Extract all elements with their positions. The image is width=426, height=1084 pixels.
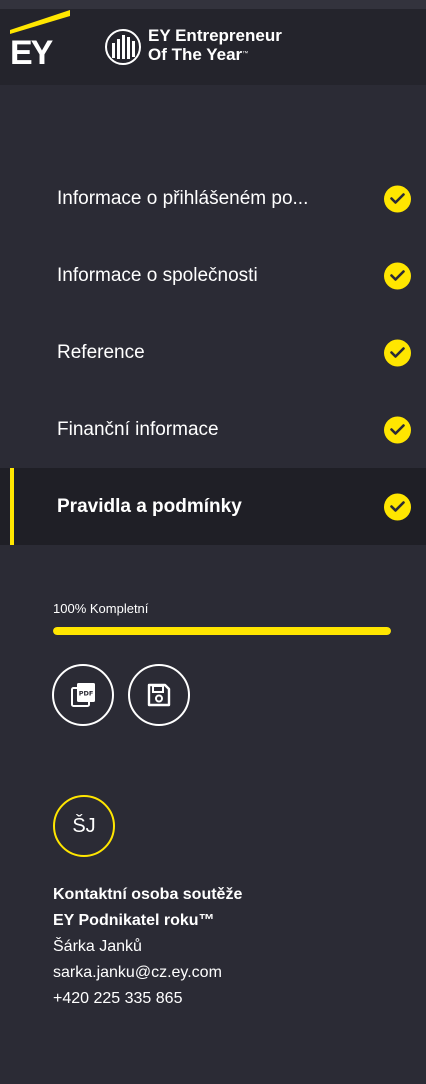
ey-logo-text: EY — [10, 34, 53, 72]
action-buttons: PDF — [52, 664, 190, 726]
save-button[interactable] — [128, 664, 190, 726]
contact-avatar: ŠJ — [53, 795, 115, 857]
save-icon — [147, 683, 171, 707]
nav-item-rules-and-terms[interactable]: Pravidla a podmínky — [0, 468, 426, 545]
sidebar: Informace o přihlášeném po... Informace … — [0, 85, 426, 1084]
check-circle-icon — [384, 339, 411, 366]
nav-item-applicant-info[interactable]: Informace o přihlášeném po... — [0, 160, 426, 237]
top-bar: EY EY Entrepreneur Of The Year™ — [0, 0, 426, 85]
nav-item-label: Reference — [57, 341, 145, 363]
eoy-program-name: EY Entrepreneur Of The Year™ — [148, 26, 282, 64]
progress-track — [53, 627, 391, 635]
progress-label: 100% Kompletní — [53, 601, 149, 616]
top-edge — [0, 0, 426, 9]
avatar-initials: ŠJ — [72, 814, 96, 837]
check-circle-icon — [384, 262, 411, 289]
nav-item-label: Informace o společnosti — [57, 264, 258, 286]
nav-item-financial-info[interactable]: Finanční informace — [0, 391, 426, 468]
check-circle-icon — [384, 416, 411, 443]
ey-logo[interactable]: EY — [10, 10, 74, 72]
check-circle-icon — [384, 185, 411, 212]
eoy-trademark: ™ — [242, 51, 249, 57]
completion-progress: 100% Kompletní — [53, 601, 391, 635]
nav-item-label: Informace o přihlášeném po... — [57, 187, 309, 209]
check-circle-icon — [384, 493, 411, 520]
eoy-line2: Of The Year — [148, 45, 243, 64]
contact-title: Kontaktní osoba soutěže — [53, 886, 243, 903]
svg-text:PDF: PDF — [79, 690, 94, 698]
nav-item-company-info[interactable]: Informace o společnosti — [0, 237, 426, 314]
contact-email[interactable]: sarka.janku@cz.ey.com — [53, 960, 242, 986]
nav-item-label: Finanční informace — [57, 418, 219, 440]
nav-item-label: Pravidla a podmínky — [57, 495, 242, 517]
eoy-emblem-icon — [105, 29, 141, 65]
contact-phone[interactable]: +420 225 335 865 — [53, 986, 242, 1012]
progress-fill — [53, 627, 391, 635]
contact-subtitle: EY Podnikatel roku™ — [53, 912, 215, 929]
download-pdf-button[interactable]: PDF — [52, 664, 114, 726]
eoy-line1: EY Entrepreneur — [148, 26, 282, 45]
ey-beam-icon — [10, 10, 70, 34]
nav-item-references[interactable]: Reference — [0, 314, 426, 391]
contact-name: Šárka Janků — [53, 938, 142, 955]
contact-info: Kontaktní osoba soutěže EY Podnikatel ro… — [53, 882, 242, 1012]
pdf-icon: PDF — [71, 683, 95, 707]
section-nav: Informace o přihlášeném po... Informace … — [0, 160, 426, 545]
